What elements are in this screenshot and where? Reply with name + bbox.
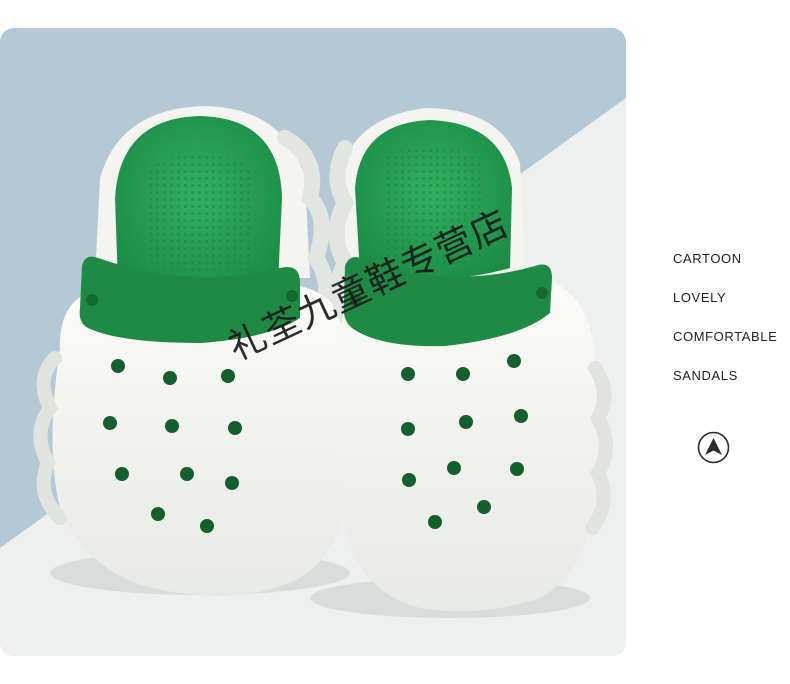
navigation-arrow-icon[interactable] [697, 431, 730, 464]
feature-list: CARTOON LOVELY COMFORTABLE SANDALS [673, 250, 777, 406]
feature-item-comfortable: COMFORTABLE [673, 329, 778, 344]
feature-item-sandals: SANDALS [673, 368, 738, 383]
feature-item-lovely: LOVELY [673, 290, 727, 305]
feature-item-cartoon: CARTOON [673, 251, 742, 266]
product-photo [0, 28, 626, 656]
